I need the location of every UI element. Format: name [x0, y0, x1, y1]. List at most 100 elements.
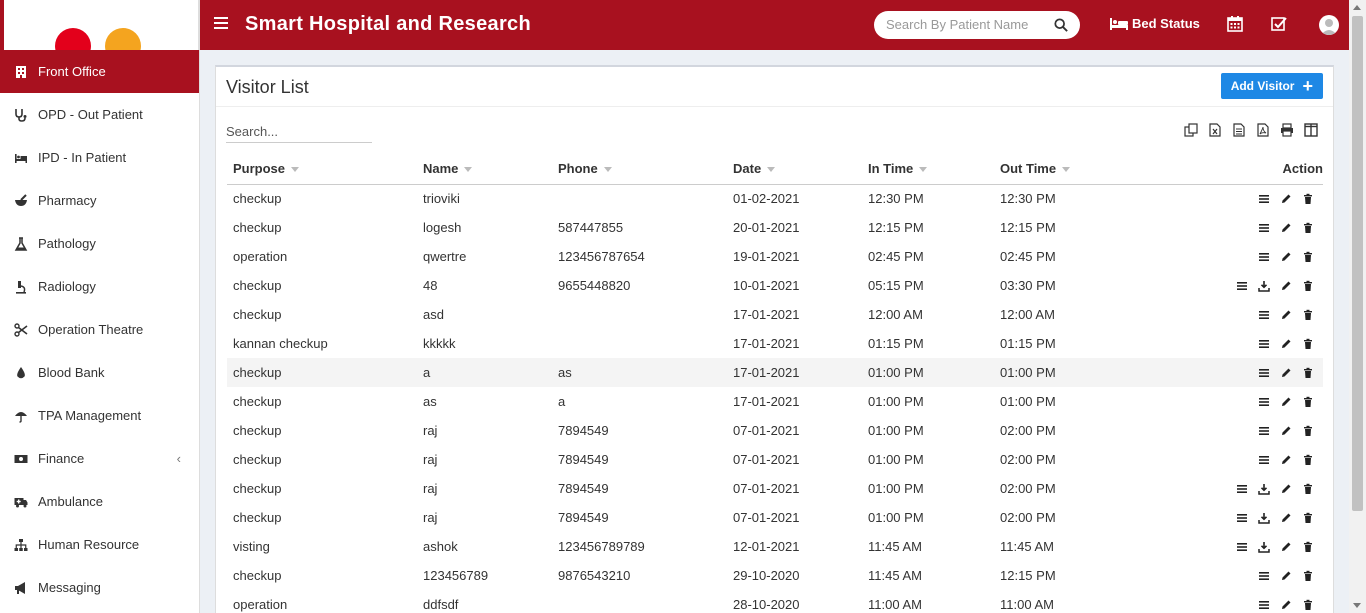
- trash-icon[interactable]: [1297, 479, 1319, 499]
- trash-icon[interactable]: [1297, 218, 1319, 238]
- list-icon[interactable]: [1253, 595, 1275, 613]
- sidebar-item-finance[interactable]: Finance ‹: [0, 437, 199, 480]
- table-row[interactable]: checkup asd 17-01-2021 12:00 AM 12:00 AM: [227, 300, 1323, 329]
- pencil-icon[interactable]: [1275, 508, 1297, 528]
- scroll-thumb[interactable]: [1352, 16, 1363, 511]
- table-row[interactable]: checkup raj 7894549 07-01-2021 01:00 PM 02:00…: [227, 474, 1323, 503]
- list-icon[interactable]: [1231, 537, 1253, 557]
- column-header-phone[interactable]: Phone: [552, 153, 727, 185]
- scroll-down-arrow-icon[interactable]: [1353, 603, 1361, 608]
- pencil-icon[interactable]: [1275, 363, 1297, 383]
- trash-icon[interactable]: [1297, 363, 1319, 383]
- sidebar-item-operation-theatre[interactable]: Operation Theatre: [0, 308, 199, 351]
- page-scrollbar[interactable]: [1349, 0, 1366, 613]
- calendar-icon[interactable]: [1227, 16, 1243, 32]
- sidebar-item-radiology[interactable]: Radiology: [0, 265, 199, 308]
- columns-button[interactable]: [1299, 119, 1323, 141]
- print-button[interactable]: [1275, 119, 1299, 141]
- trash-icon[interactable]: [1297, 566, 1319, 586]
- list-icon[interactable]: [1253, 363, 1275, 383]
- sidebar-item-human-resource[interactable]: Human Resource: [0, 523, 199, 566]
- trash-icon[interactable]: [1297, 537, 1319, 557]
- trash-icon[interactable]: [1297, 276, 1319, 296]
- download-icon[interactable]: [1253, 479, 1275, 499]
- scroll-up-arrow-icon[interactable]: [1353, 5, 1361, 10]
- table-row[interactable]: checkup 123456789 9876543210 29-10-2020 11:4…: [227, 561, 1323, 590]
- pencil-icon[interactable]: [1275, 537, 1297, 557]
- trash-icon[interactable]: [1297, 595, 1319, 613]
- pdf-button[interactable]: [1251, 119, 1275, 141]
- pencil-icon[interactable]: [1275, 334, 1297, 354]
- sidebar-item-opd-out-patient[interactable]: OPD - Out Patient: [0, 93, 199, 136]
- trash-icon[interactable]: [1297, 247, 1319, 267]
- table-row[interactable]: kannan checkup kkkkk 17-01-2021 01:15 PM 01:…: [227, 329, 1323, 358]
- patient-search[interactable]: [874, 11, 1080, 39]
- sidebar-item-pathology[interactable]: Pathology: [0, 222, 199, 265]
- table-row[interactable]: checkup as a 17-01-2021 01:00 PM 01:00 PM: [227, 387, 1323, 416]
- column-header-out-time[interactable]: Out Time: [994, 153, 1134, 185]
- pencil-icon[interactable]: [1275, 218, 1297, 238]
- list-icon[interactable]: [1231, 508, 1253, 528]
- table-row[interactable]: checkup logesh 587447855 20-01-2021 12:15 PM…: [227, 213, 1323, 242]
- sidebar-item-front-office[interactable]: Front Office: [0, 50, 199, 93]
- pencil-icon[interactable]: [1275, 276, 1297, 296]
- sidebar-item-ipd-in-patient[interactable]: IPD - In Patient: [0, 136, 199, 179]
- user-avatar[interactable]: [1319, 15, 1339, 35]
- sidebar-item-pharmacy[interactable]: Pharmacy: [0, 179, 199, 222]
- column-header-name[interactable]: Name: [417, 153, 552, 185]
- copy-button[interactable]: [1179, 119, 1203, 141]
- list-icon[interactable]: [1253, 450, 1275, 470]
- list-icon[interactable]: [1253, 334, 1275, 354]
- table-row[interactable]: checkup raj 7894549 07-01-2021 01:00 PM 02:00…: [227, 416, 1323, 445]
- list-icon[interactable]: [1231, 276, 1253, 296]
- csv-button[interactable]: [1227, 119, 1251, 141]
- pencil-icon[interactable]: [1275, 305, 1297, 325]
- column-header-date[interactable]: Date: [727, 153, 862, 185]
- trash-icon[interactable]: [1297, 189, 1319, 209]
- list-icon[interactable]: [1253, 421, 1275, 441]
- column-header-purpose[interactable]: Purpose: [227, 153, 417, 185]
- excel-button[interactable]: [1203, 119, 1227, 141]
- table-row[interactable]: checkup raj 7894549 07-01-2021 01:00 PM 02:00…: [227, 503, 1323, 532]
- patient-search-input[interactable]: [886, 17, 1046, 32]
- download-icon[interactable]: [1253, 537, 1275, 557]
- table-search-input[interactable]: [226, 121, 372, 143]
- list-icon[interactable]: [1253, 392, 1275, 412]
- trash-icon[interactable]: [1297, 508, 1319, 528]
- list-icon[interactable]: [1253, 189, 1275, 209]
- trash-icon[interactable]: [1297, 334, 1319, 354]
- search-icon[interactable]: [1054, 18, 1068, 32]
- table-row[interactable]: checkup 48 9655448820 10-01-2021 05:15 PM 03:…: [227, 271, 1323, 300]
- pencil-icon[interactable]: [1275, 189, 1297, 209]
- sidebar-item-ambulance[interactable]: Ambulance: [0, 480, 199, 523]
- pencil-icon[interactable]: [1275, 392, 1297, 412]
- pencil-icon[interactable]: [1275, 479, 1297, 499]
- table-row[interactable]: checkup raj 7894549 07-01-2021 01:00 PM 02:00…: [227, 445, 1323, 474]
- column-header-in-time[interactable]: In Time: [862, 153, 994, 185]
- table-row[interactable]: operation ddfsdf 28-10-2020 11:00 AM 11:00 A…: [227, 590, 1323, 613]
- download-icon[interactable]: [1253, 276, 1275, 296]
- list-icon[interactable]: [1253, 247, 1275, 267]
- logo[interactable]: [0, 0, 199, 50]
- list-icon[interactable]: [1253, 218, 1275, 238]
- list-icon[interactable]: [1253, 305, 1275, 325]
- sidebar-item-tpa-management[interactable]: TPA Management: [0, 394, 199, 437]
- table-row[interactable]: checkup trioviki 01-02-2021 12:30 PM 12:30 P…: [227, 184, 1323, 213]
- pencil-icon[interactable]: [1275, 421, 1297, 441]
- add-visitor-button[interactable]: Add Visitor +: [1220, 73, 1323, 99]
- bed-status-button[interactable]: Bed Status: [1110, 16, 1200, 31]
- hamburger-menu-icon[interactable]: [214, 17, 228, 31]
- table-row[interactable]: visting ashok 123456789789 12-01-2021 11:45 …: [227, 532, 1323, 561]
- table-row[interactable]: operation qwertre 123456787654 19-01-2021 02…: [227, 242, 1323, 271]
- pencil-icon[interactable]: [1275, 450, 1297, 470]
- pencil-icon[interactable]: [1275, 595, 1297, 613]
- pencil-icon[interactable]: [1275, 566, 1297, 586]
- trash-icon[interactable]: [1297, 305, 1319, 325]
- table-row[interactable]: checkup a as 17-01-2021 01:00 PM 01:00 PM: [227, 358, 1323, 387]
- trash-icon[interactable]: [1297, 421, 1319, 441]
- download-icon[interactable]: [1253, 508, 1275, 528]
- task-checkbox-icon[interactable]: [1271, 16, 1287, 32]
- sidebar-item-messaging[interactable]: Messaging: [0, 566, 199, 609]
- trash-icon[interactable]: [1297, 450, 1319, 470]
- sidebar-item-blood-bank[interactable]: Blood Bank: [0, 351, 199, 394]
